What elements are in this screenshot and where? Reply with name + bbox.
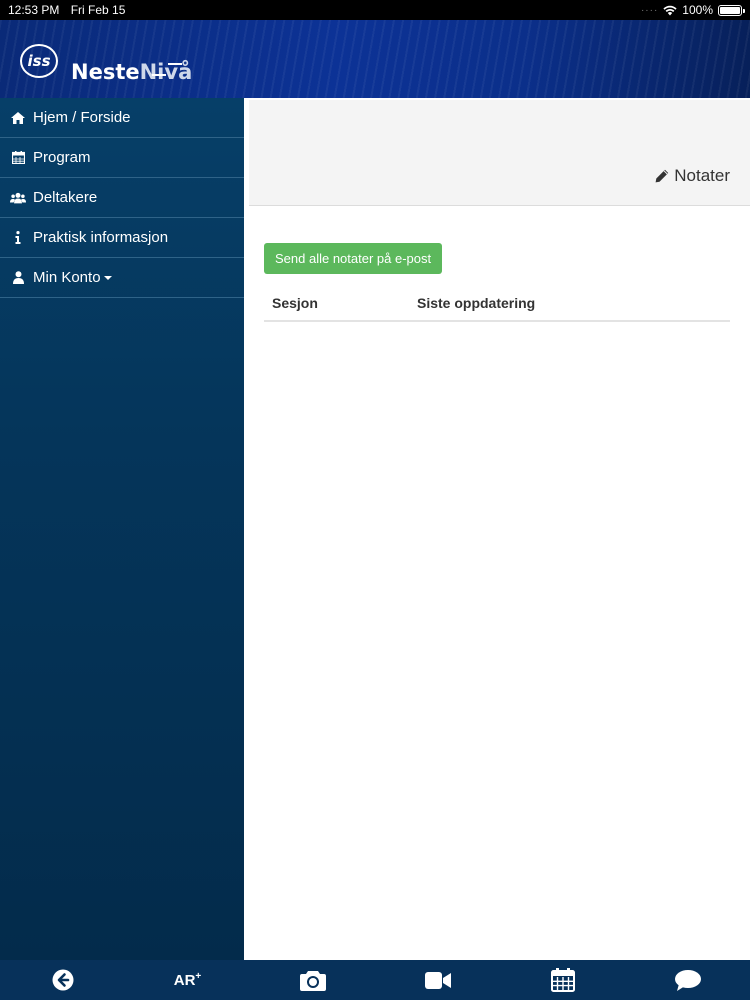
video-button[interactable] <box>375 960 500 1000</box>
users-icon <box>10 192 26 204</box>
table-header: Sesjon Siste oppdatering <box>264 286 730 320</box>
column-header-siste-oppdatering[interactable]: Siste oppdatering <box>417 295 535 311</box>
iss-logo: iss <box>20 44 58 78</box>
pencil-icon <box>655 169 669 183</box>
sidebar-item-label: Deltakere <box>33 189 98 206</box>
brand-name-part2: Nivå <box>139 60 193 84</box>
status-bar-right: ···· 100% <box>640 3 745 17</box>
status-bar: 12:53 PM Fri Feb 15 ···· 100% <box>0 0 750 20</box>
sidebar: Hjem / Forside Program Deltakere Praktis… <box>0 98 244 960</box>
sidebar-item-label: Hjem / Forside <box>33 109 131 126</box>
ar-icon: AR+ <box>174 971 202 989</box>
calendar-icon <box>550 968 575 992</box>
user-icon <box>10 271 26 284</box>
status-bar-left: 12:53 PM Fri Feb 15 <box>8 3 133 17</box>
main-content: Notater Send alle notater på e-post Sesj… <box>244 98 750 960</box>
back-button[interactable] <box>0 960 125 1000</box>
ar-label: AR <box>173 972 196 989</box>
column-header-sesjon[interactable]: Sesjon <box>264 295 417 311</box>
brand-name-part1: Neste <box>71 60 140 84</box>
status-date: Fri Feb 15 <box>70 3 126 17</box>
page-title: Notater <box>655 166 730 186</box>
calendar-icon <box>10 151 26 164</box>
back-icon <box>52 969 73 991</box>
info-icon <box>10 231 26 244</box>
app-header: iss NesteNivå <box>0 20 750 98</box>
sidebar-item-label: Praktisk informasjon <box>33 229 169 246</box>
camera-button[interactable] <box>250 960 375 1000</box>
calendar-button[interactable] <box>500 960 625 1000</box>
sidebar-item-program[interactable]: Program <box>0 138 244 178</box>
chat-icon <box>674 969 701 991</box>
caret-down-icon <box>103 275 112 280</box>
video-icon <box>424 971 451 989</box>
camera-icon <box>299 970 326 991</box>
battery-icon <box>718 4 745 16</box>
logo-dash <box>168 63 182 65</box>
ar-sup: + <box>195 971 202 982</box>
ar-button[interactable]: AR+ <box>125 960 250 1000</box>
sidebar-item-home[interactable]: Hjem / Forside <box>0 98 244 138</box>
home-icon <box>10 111 26 124</box>
logo-dash <box>152 74 166 76</box>
sidebar-item-praktisk-informasjon[interactable]: Praktisk informasjon <box>0 218 244 258</box>
wifi-icon <box>663 5 677 15</box>
notes-table: Sesjon Siste oppdatering <box>264 286 730 322</box>
signal-icon: ···· <box>640 4 659 16</box>
sidebar-item-label: Min Konto <box>33 269 101 286</box>
battery-percent: 100% <box>682 3 713 17</box>
sidebar-item-min-konto[interactable]: Min Konto <box>0 258 244 298</box>
bottom-toolbar: AR+ <box>0 960 750 1000</box>
chat-button[interactable] <box>625 960 750 1000</box>
status-time: 12:53 PM <box>8 3 60 17</box>
send-all-notes-button[interactable]: Send alle notater på e-post <box>264 243 443 274</box>
page-header: Notater <box>249 100 750 206</box>
sidebar-item-label: Program <box>33 149 91 166</box>
page-title-text: Notater <box>674 166 730 185</box>
sidebar-item-deltakere[interactable]: Deltakere <box>0 178 244 218</box>
